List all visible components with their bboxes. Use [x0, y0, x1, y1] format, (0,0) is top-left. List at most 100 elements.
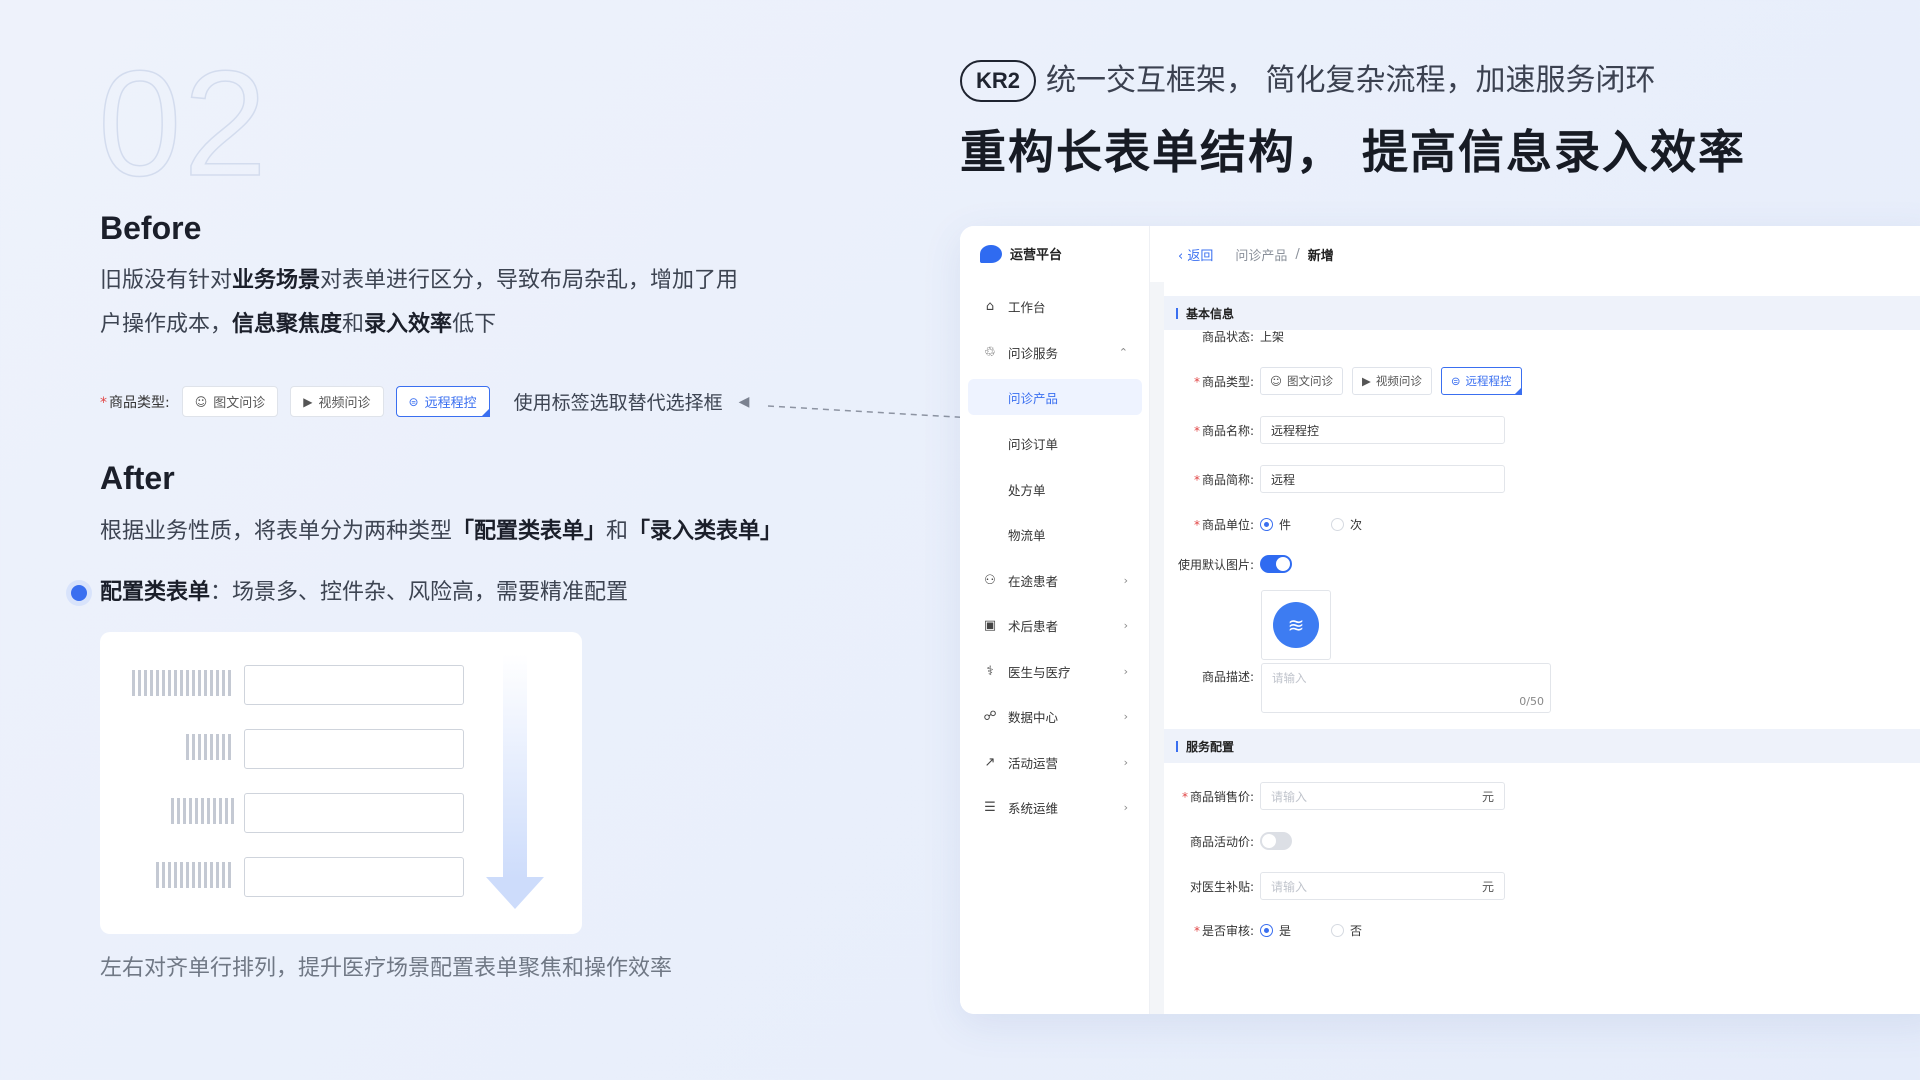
kr-subtitle: 统一交互框架， 简化复杂流程，加速服务闭环: [1046, 63, 1656, 98]
type-tag-graphic[interactable]: ☺ 图文问诊: [1260, 367, 1343, 395]
chevron-right-icon: ›: [1123, 800, 1128, 814]
unit-radio-times[interactable]: 次: [1331, 516, 1362, 533]
sidebar-item-ops[interactable]: ☰ 系统运维 ›: [960, 789, 1150, 825]
review-row: * 是否审核: 是 否: [1164, 915, 1920, 945]
kr-badge: KR2: [960, 60, 1037, 102]
brand-logo-icon: [980, 244, 1002, 263]
price-label: * 商品销售价:: [1181, 789, 1254, 804]
radio-checked-icon: [1260, 923, 1273, 937]
sidebar-item-consult-order[interactable]: 问诊订单: [960, 425, 1150, 461]
remote-icon: ⊜: [1450, 374, 1461, 388]
sidebar-item-data-center[interactable]: ☍ 数据中心 ›: [960, 698, 1150, 734]
before-title: Before: [100, 210, 202, 246]
illus-field: [244, 857, 464, 897]
illus-label: [156, 862, 234, 888]
form-panel: 基本信息 商品状态: 上架 * 商品类型: ☺ 图文问诊 ▶ 视频问诊 ⊜ 远程程控 *…: [1164, 282, 1920, 1014]
sidebar-item-workbench[interactable]: ⌂ 工作台: [960, 288, 1150, 324]
sidebar-item-prescription[interactable]: 处方单: [960, 471, 1150, 507]
desc-textarea[interactable]: 请输入 0/50: [1261, 663, 1551, 713]
type-tag-video[interactable]: ▶ 视频问诊: [1352, 367, 1432, 395]
price-unit: 元: [1481, 789, 1494, 804]
review-radio-yes[interactable]: 是: [1260, 922, 1291, 939]
sidebar-item-doctors[interactable]: ⚕ 医生与医疗 ›: [960, 653, 1150, 689]
illus-label: [186, 734, 234, 760]
subsidy-label: 对医生补贴:: [1189, 879, 1254, 894]
sidebar-item-logistics[interactable]: 物流单: [960, 516, 1150, 552]
data-icon: ☍: [983, 708, 997, 724]
config-form-bullet: 配置类表单：场景多、控件杂、风险高，需要精准配置: [100, 580, 629, 605]
app-window: 运营平台 ⌂ 工作台 ♲ 问诊服务 ⌃ 问诊产品 问诊订单 处方单 物流单 ⚇ …: [960, 226, 1920, 1014]
brand: 运营平台: [980, 244, 1062, 263]
back-link[interactable]: ‹ 返回: [1178, 245, 1213, 264]
section-number: 02: [97, 39, 269, 207]
illustration-caption: 左右对齐单行排列，提升医疗场景配置表单聚焦和操作效率: [100, 956, 673, 981]
demo-tag-video[interactable]: ▶ 视频问诊: [290, 386, 384, 417]
default-image-toggle[interactable]: [1260, 555, 1292, 573]
wifi-icon: ≋: [1273, 602, 1319, 648]
after-description: 根据业务性质，将表单分为两种类型「配置类表单」和「录入类表单」: [100, 519, 783, 544]
tag-demo-row: * 商品类型: ☺ 图文问诊 ▶ 视频问诊 ⊜ 远程程控 使用标签选取替代选择框 ◀: [100, 386, 749, 417]
demo-tag-graphic[interactable]: ☺ 图文问诊: [181, 386, 279, 417]
chevron-up-icon: ⌃: [1118, 345, 1128, 359]
chart-icon: ↗: [984, 754, 996, 770]
aligned-form-illustration: [100, 632, 582, 934]
arrow-left-icon: ◀: [738, 393, 750, 410]
status-label: 商品状态:: [1201, 329, 1254, 344]
radio-unchecked-icon: [1331, 517, 1345, 531]
sidebar-item-post-op[interactable]: ▣ 术后患者 ›: [960, 607, 1150, 643]
radio-checked-icon: [1260, 517, 1273, 531]
name-row: * 商品名称: 远程程控: [1164, 415, 1920, 445]
name-input[interactable]: 远程程控: [1260, 416, 1505, 444]
chevron-right-icon: ›: [1123, 573, 1128, 587]
name-label: * 商品名称:: [1193, 423, 1254, 438]
bullet-dot: [71, 585, 87, 601]
chevron-right-icon: ›: [1123, 755, 1128, 769]
breadcrumb: ‹ 返回 问诊产品 / 新增: [1150, 226, 1920, 282]
sidebar-item-consult-service[interactable]: ♲ 问诊服务 ⌃: [960, 334, 1150, 370]
promo-price-toggle[interactable]: [1260, 832, 1292, 850]
status-row: 商品状态: 上架: [1164, 321, 1920, 351]
breadcrumb-parent[interactable]: 问诊产品: [1235, 245, 1287, 264]
video-icon: ▶: [303, 394, 313, 409]
down-arrow-icon: [486, 877, 544, 909]
promo-price-row: 商品活动价:: [1164, 826, 1920, 856]
doc-icon: ☰: [984, 799, 996, 815]
subsidy-input[interactable]: 请输入元: [1260, 872, 1505, 900]
down-arrow-shaft: [503, 654, 527, 879]
before-description: 旧版没有针对业务场景对表单进行区分，导致布局杂乱，增加了用 户操作成本，信息聚焦…: [100, 259, 738, 347]
sidebar-item-patients[interactable]: ⚇ 在途患者 ›: [960, 562, 1150, 598]
sidebar-item-campaigns[interactable]: ↗ 活动运营 ›: [960, 744, 1150, 780]
chevron-right-icon: ›: [1123, 709, 1128, 723]
subsidy-unit: 元: [1481, 879, 1494, 894]
unit-radio-piece[interactable]: 件: [1260, 516, 1291, 533]
post-op-icon: ▣: [983, 617, 997, 633]
demo-tag-remote[interactable]: ⊜ 远程程控: [395, 386, 490, 417]
illus-label: [132, 670, 234, 696]
chevron-right-icon: ›: [1123, 664, 1128, 678]
short-name-label: * 商品简称:: [1193, 472, 1254, 487]
status-value: 上架: [1260, 329, 1285, 344]
sidebar-item-consult-product[interactable]: 问诊产品: [968, 379, 1142, 415]
chat-icon: ☺: [1270, 374, 1282, 388]
type-tag-remote[interactable]: ⊜ 远程程控: [1440, 367, 1522, 395]
chevron-left-icon: ‹: [1178, 248, 1188, 264]
short-name-input[interactable]: 远程: [1260, 465, 1505, 493]
demo-type-label: * 商品类型:: [100, 394, 170, 411]
product-image[interactable]: ≋: [1261, 590, 1331, 660]
type-label: * 商品类型:: [1193, 374, 1254, 389]
radio-unchecked-icon: [1331, 923, 1345, 937]
unit-label: * 商品单位:: [1193, 517, 1254, 532]
after-title: After: [100, 460, 175, 496]
main-content: 基本信息 商品状态: 上架 * 商品类型: ☺ 图文问诊 ▶ 视频问诊 ⊜ 远程程控 *…: [1150, 282, 1920, 1014]
headline: 重构长表单结构， 提高信息录入效率: [960, 125, 1747, 179]
chat-icon: ☺: [194, 394, 208, 409]
video-icon: ▶: [1362, 374, 1371, 388]
illus-field: [244, 793, 464, 833]
sidebar: 运营平台 ⌂ 工作台 ♲ 问诊服务 ⌃ 问诊产品 问诊订单 处方单 物流单 ⚇ …: [960, 226, 1150, 1014]
breadcrumb-current: 新增: [1307, 248, 1334, 264]
price-input[interactable]: 请输入元: [1260, 782, 1505, 810]
short-name-row: * 商品简称: 远程: [1164, 464, 1920, 494]
desc-label: 商品描述:: [1201, 669, 1254, 684]
home-icon: ⌂: [985, 298, 995, 314]
review-radio-no[interactable]: 否: [1331, 922, 1362, 939]
